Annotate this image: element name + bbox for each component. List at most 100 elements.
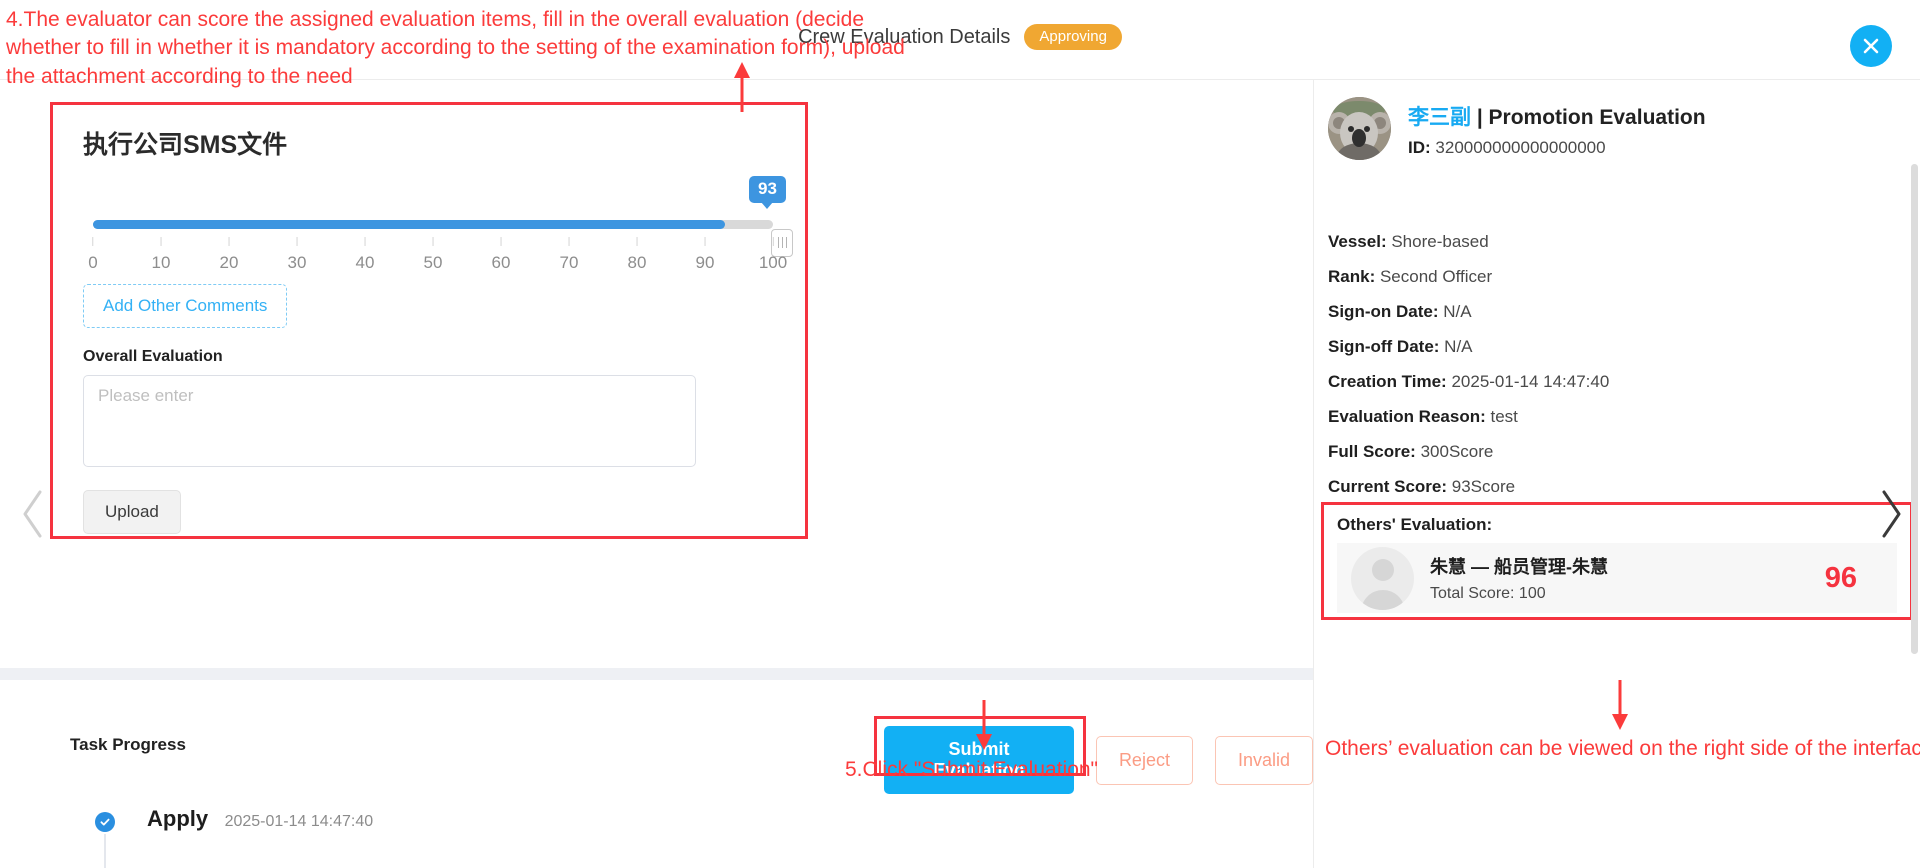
slider-tick-label: 20 bbox=[219, 252, 239, 272]
slider-tick: 50 bbox=[423, 236, 443, 273]
slider-tick: 30 bbox=[287, 236, 307, 273]
crew-id-value: 320000000000000000 bbox=[1435, 138, 1606, 157]
detail-row-full-score: Full Score: 300Score bbox=[1328, 442, 1609, 462]
annotation-step-5: 5.Click "Submit Evaluation" bbox=[845, 758, 1099, 781]
prev-record-button[interactable] bbox=[18, 488, 48, 545]
evaluation-card-body: 执行公司SMS文件 93 0 10 20 30 40 50 60 70 80 9… bbox=[53, 105, 805, 534]
invalid-button[interactable]: Invalid bbox=[1214, 735, 1313, 785]
detail-label: Current Score: bbox=[1328, 477, 1448, 496]
detail-row-creation-time: Creation Time: 2025-01-14 14:47:40 bbox=[1328, 372, 1609, 392]
slider-tick-label: 90 bbox=[695, 252, 715, 272]
detail-label: Sign-off Date: bbox=[1328, 337, 1440, 356]
detail-value: 93Score bbox=[1451, 477, 1516, 496]
slider-tick-label: 0 bbox=[88, 252, 98, 272]
slider-tick: 70 bbox=[559, 236, 579, 273]
chevron-left-icon bbox=[23, 490, 42, 538]
crew-id-row: ID: 320000000000000000 bbox=[1408, 138, 1706, 158]
slider-tick: 80 bbox=[627, 236, 647, 273]
evaluation-type: Promotion Evaluation bbox=[1488, 106, 1706, 129]
overall-evaluation-input[interactable] bbox=[83, 374, 696, 467]
detail-value: N/A bbox=[1443, 302, 1472, 321]
detail-value: 300Score bbox=[1420, 442, 1494, 461]
detail-row-sign-on-date: Sign-on Date: N/A bbox=[1328, 302, 1609, 322]
next-record-button[interactable] bbox=[1876, 488, 1906, 545]
detail-value: Second Officer bbox=[1379, 267, 1493, 286]
detail-label: Rank: bbox=[1328, 267, 1376, 286]
crew-name-link[interactable]: 李三副 bbox=[1408, 106, 1471, 129]
reject-button[interactable]: Reject bbox=[1095, 735, 1193, 785]
evaluation-item-card: 执行公司SMS文件 93 0 10 20 30 40 50 60 70 80 9… bbox=[50, 102, 808, 539]
detail-label: Sign-on Date: bbox=[1328, 302, 1439, 321]
slider-fill bbox=[93, 219, 726, 229]
slider-tick: 20 bbox=[219, 236, 239, 273]
detail-value: test bbox=[1490, 407, 1518, 426]
slider-tick-label: 70 bbox=[559, 252, 579, 272]
timeline-connector bbox=[104, 834, 106, 868]
slider-track[interactable] bbox=[93, 219, 773, 229]
close-button[interactable] bbox=[1850, 25, 1892, 67]
timeline-step-title: Apply bbox=[147, 806, 209, 831]
detail-label: Creation Time: bbox=[1328, 372, 1447, 391]
person-avatar-icon bbox=[1351, 546, 1414, 610]
scrollbar-thumb[interactable] bbox=[1911, 164, 1918, 654]
others-evaluator-info: 朱慧 — 船员管理-朱慧 Total Score: 100 bbox=[1430, 553, 1825, 603]
detail-row-sign-off-date: Sign-off Date: N/A bbox=[1328, 337, 1609, 357]
crew-name-line: 李三副 | Promotion Evaluation bbox=[1408, 97, 1706, 131]
others-evaluator-name: 朱慧 — 船员管理-朱慧 bbox=[1430, 557, 1608, 577]
koala-avatar-icon bbox=[1328, 97, 1391, 160]
slider-value-tooltip: 93 bbox=[749, 175, 786, 210]
slider-tick-label: 50 bbox=[423, 252, 443, 272]
slider-tick: 40 bbox=[355, 236, 375, 273]
slider-tick-label: 60 bbox=[491, 252, 511, 272]
check-circle-icon bbox=[95, 812, 115, 832]
avatar bbox=[1328, 97, 1391, 160]
upload-button[interactable]: Upload bbox=[83, 489, 181, 534]
slider-tick: 10 bbox=[151, 236, 171, 273]
others-evaluation-row: 朱慧 — 船员管理-朱慧 Total Score: 100 96 bbox=[1337, 543, 1897, 613]
detail-row-current-score: Current Score: 93Score bbox=[1328, 477, 1609, 497]
slider-tick: 60 bbox=[491, 236, 511, 273]
detail-value: 2025-01-14 14:47:40 bbox=[1451, 372, 1610, 391]
detail-value: N/A bbox=[1444, 337, 1473, 356]
check-icon bbox=[100, 818, 110, 826]
slider-tick-label: 40 bbox=[355, 252, 375, 272]
detail-row-rank: Rank: Second Officer bbox=[1328, 267, 1609, 287]
slider-tick: 90 bbox=[695, 236, 715, 273]
detail-label: Vessel: bbox=[1328, 232, 1387, 251]
timeline-step: Apply 2025-01-14 14:47:40 bbox=[147, 806, 373, 832]
crew-header: 李三副 | Promotion Evaluation ID: 320000000… bbox=[1328, 97, 1706, 160]
slider-tick-label: 10 bbox=[151, 252, 171, 272]
main-panel: 执行公司SMS文件 93 0 10 20 30 40 50 60 70 80 9… bbox=[0, 80, 1313, 868]
others-evaluation-box: Others' Evaluation: 朱慧 — 船员管理-朱慧 Total S… bbox=[1321, 502, 1913, 620]
others-total-score: Total Score: 100 bbox=[1430, 585, 1546, 602]
section-divider bbox=[0, 668, 1313, 680]
slider-tick: 100 bbox=[759, 236, 787, 273]
others-evaluation-title: Others' Evaluation: bbox=[1337, 515, 1493, 534]
app-root: Crew Evaluation Details Approving 执行公司SM… bbox=[0, 0, 1920, 868]
detail-value: Shore-based bbox=[1391, 232, 1489, 251]
close-icon bbox=[1863, 38, 1879, 54]
detail-row-vessel: Vessel: Shore-based bbox=[1328, 232, 1609, 252]
detail-label: Evaluation Reason: bbox=[1328, 407, 1486, 426]
panel-scrollbar[interactable] bbox=[1911, 164, 1918, 654]
crew-name-separator: | bbox=[1471, 106, 1489, 129]
overall-evaluation-label: Overall Evaluation bbox=[83, 347, 223, 365]
status-badge: Approving bbox=[1024, 24, 1122, 50]
detail-label: Full Score: bbox=[1328, 442, 1416, 461]
crew-detail-list: Vessel: Shore-based Rank: Second Officer… bbox=[1328, 232, 1609, 512]
slider-tick-label: 80 bbox=[627, 252, 647, 272]
detail-row-evaluation-reason: Evaluation Reason: test bbox=[1328, 407, 1609, 427]
others-score-value: 96 bbox=[1824, 561, 1857, 594]
annotation-step-4: 4.The evaluator can score the assigned e… bbox=[6, 8, 905, 88]
score-slider[interactable]: 93 0 10 20 30 40 50 60 70 80 90 100 bbox=[83, 175, 793, 282]
task-progress-title: Task Progress bbox=[70, 735, 186, 754]
crew-id-label: ID: bbox=[1408, 138, 1431, 157]
slider-tick: 0 bbox=[88, 236, 98, 273]
evaluation-item-title: 执行公司SMS文件 bbox=[83, 131, 288, 159]
slider-tick-label: 30 bbox=[287, 252, 307, 272]
timeline-step-time: 2025-01-14 14:47:40 bbox=[224, 813, 374, 830]
annotation-others-evaluation: Others’ evaluation can be viewed on the … bbox=[1325, 737, 1920, 760]
crew-identity: 李三副 | Promotion Evaluation ID: 320000000… bbox=[1408, 97, 1706, 160]
annotation-arrow-down-submit bbox=[976, 700, 992, 750]
add-other-comments-button[interactable]: Add Other Comments bbox=[83, 283, 288, 328]
